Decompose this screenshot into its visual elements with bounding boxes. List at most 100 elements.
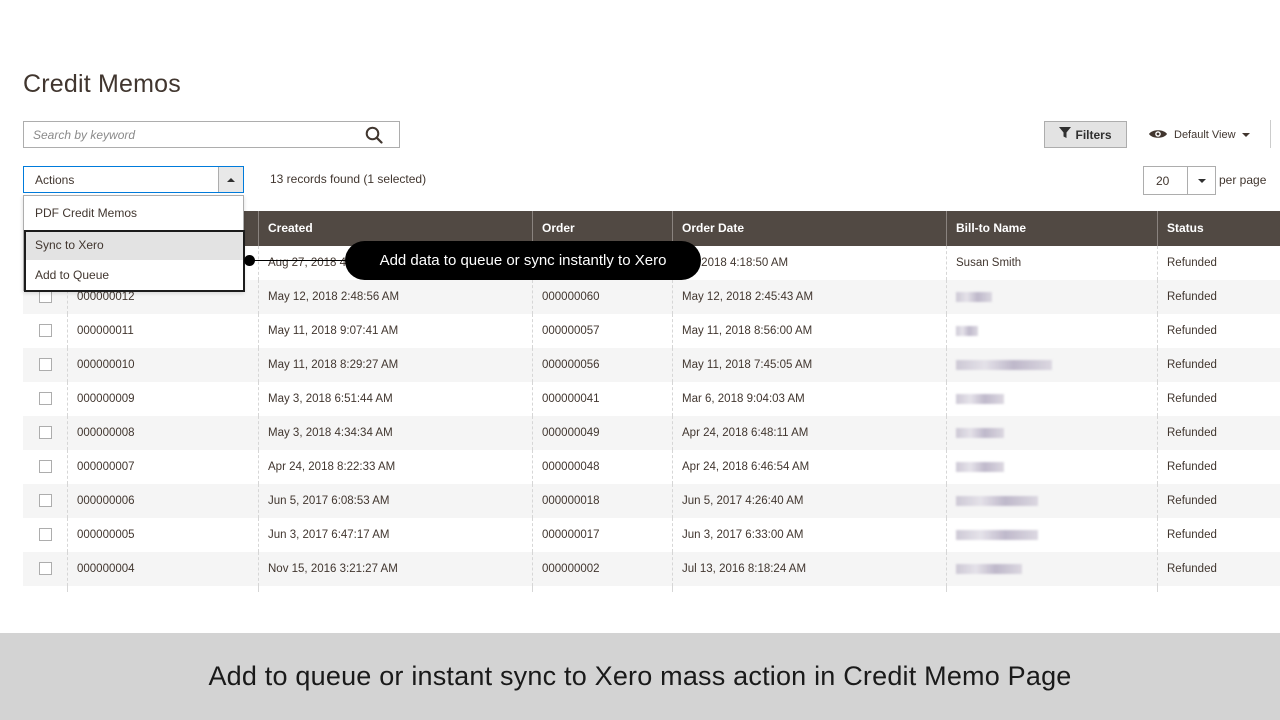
order-cell: 000000017 [532, 518, 672, 552]
order-cell: 000000041 [532, 382, 672, 416]
created-cell: May 11, 2018 9:07:41 AM [258, 314, 532, 348]
blurred-name [956, 529, 1038, 540]
bill-to-name-cell [946, 450, 1157, 484]
status-cell: Refunded [1157, 348, 1280, 382]
records-count: 13 records found (1 selected) [270, 172, 427, 186]
row-checkbox[interactable] [39, 528, 52, 541]
column-header-bill-to-name[interactable]: Bill-to Name [946, 211, 1157, 246]
table-row[interactable]: 000000006 Jun 5, 2017 6:08:53 AM 0000000… [23, 484, 1280, 518]
order-cell: 000000018 [532, 484, 672, 518]
row-checkbox[interactable] [39, 460, 52, 473]
order-cell: 000000056 [532, 348, 672, 382]
order-cell: 000000049 [532, 416, 672, 450]
column-header-status[interactable]: Status [1157, 211, 1280, 246]
callout-pointer-line [250, 260, 346, 261]
bill-to-name-cell [946, 348, 1157, 382]
actions-label: Actions [35, 173, 75, 187]
page-title: Credit Memos [23, 70, 181, 98]
order-cell: 000000060 [532, 280, 672, 314]
order-date-cell: Jun 3, 2017 6:33:00 AM [672, 518, 946, 552]
table-row[interactable]: 000000011 May 11, 2018 9:07:41 AM 000000… [23, 314, 1280, 348]
row-checkbox[interactable] [39, 324, 52, 337]
order-date-cell: Apr 24, 2018 6:48:11 AM [672, 416, 946, 450]
chevron-up-icon [227, 177, 235, 182]
status-cell: Refunded [1157, 484, 1280, 518]
blurred-name [956, 427, 1004, 438]
bill-to-name-cell [946, 518, 1157, 552]
status-cell: Refunded [1157, 246, 1280, 280]
table-row[interactable]: 000000007 Apr 24, 2018 8:22:33 AM 000000… [23, 450, 1280, 484]
credit-memo-id-cell: 000000005 [67, 518, 258, 552]
order-cell: 000000002 [532, 552, 672, 586]
funnel-icon [1059, 127, 1072, 142]
menu-item-pdf-credit-memos[interactable]: PDF Credit Memos [24, 198, 243, 228]
bill-to-name-cell [946, 416, 1157, 450]
per-page-toggle[interactable] [1187, 167, 1215, 194]
blurred-name [956, 461, 1004, 472]
search-input[interactable] [24, 122, 344, 147]
filters-button[interactable]: Filters [1044, 121, 1127, 148]
blurred-name [956, 563, 1022, 574]
row-checkbox[interactable] [39, 358, 52, 371]
blurred-name [956, 359, 1052, 370]
order-date-cell: Apr 24, 2018 6:46:54 AM [672, 450, 946, 484]
per-page-select[interactable]: 20 [1143, 166, 1216, 195]
toolbar-divider [1270, 120, 1271, 148]
credit-memo-id-cell: 000000004 [67, 552, 258, 586]
actions-dropdown-menu: PDF Credit Memos Sync to Xero Add to Que… [23, 195, 245, 292]
row-checkbox[interactable] [39, 426, 52, 439]
blurred-name [956, 495, 1038, 506]
created-cell: Apr 24, 2018 8:22:33 AM [258, 450, 532, 484]
status-cell: Refunded [1157, 382, 1280, 416]
created-cell: May 3, 2018 6:51:44 AM [258, 382, 532, 416]
chevron-down-icon [1197, 178, 1206, 183]
column-header-order-date[interactable]: Order Date [672, 211, 946, 246]
order-date-cell: 25, 2018 4:18:50 AM [672, 246, 946, 280]
order-date-cell: May 11, 2018 8:56:00 AM [672, 314, 946, 348]
row-checkbox[interactable] [39, 392, 52, 405]
caption-text: Add to queue or instant sync to Xero mas… [208, 661, 1072, 691]
credit-memo-id-cell: 000000010 [67, 348, 258, 382]
status-cell: Refunded [1157, 314, 1280, 348]
order-date-cell: Jul 13, 2016 8:18:24 AM [672, 552, 946, 586]
table-row[interactable]: 000000009 May 3, 2018 6:51:44 AM 0000000… [23, 382, 1280, 416]
created-cell: May 3, 2018 4:34:34 AM [258, 416, 532, 450]
created-cell: May 12, 2018 2:48:56 AM [258, 280, 532, 314]
table-row[interactable]: 000000005 Jun 3, 2017 6:47:17 AM 0000000… [23, 518, 1280, 552]
row-checkbox[interactable] [39, 494, 52, 507]
blurred-name [956, 325, 978, 336]
credit-memo-id-cell: 000000008 [67, 416, 258, 450]
search-box [23, 121, 400, 148]
bill-to-name-cell [946, 382, 1157, 416]
status-cell: Refunded [1157, 450, 1280, 484]
table-row[interactable]: 000000004 Nov 15, 2016 3:21:27 AM 000000… [23, 552, 1280, 586]
status-cell: Refunded [1157, 416, 1280, 450]
actions-select[interactable]: Actions [23, 166, 244, 193]
order-cell: 000000048 [532, 450, 672, 484]
bill-to-name-cell [946, 314, 1157, 348]
order-date-cell: Jun 5, 2017 4:26:40 AM [672, 484, 946, 518]
row-checkbox[interactable] [39, 562, 52, 575]
credit-memos-page: Credit Memos Filters Default View Action… [0, 0, 1280, 720]
order-date-cell: Mar 6, 2018 9:04:03 AM [672, 382, 946, 416]
table-row[interactable]: 000000008 May 3, 2018 4:34:34 AM 0000000… [23, 416, 1280, 450]
actions-toggle[interactable] [218, 167, 243, 192]
table-row[interactable]: 000000010 May 11, 2018 8:29:27 AM 000000… [23, 348, 1280, 382]
search-icon[interactable] [365, 126, 383, 144]
view-switcher[interactable]: Default View [1148, 125, 1250, 145]
table-row-partial [23, 586, 1280, 592]
status-cell: Refunded [1157, 280, 1280, 314]
filters-label: Filters [1075, 127, 1112, 142]
credit-memo-id-cell: 000000006 [67, 484, 258, 518]
blurred-name [956, 291, 992, 302]
order-cell: 000000057 [532, 314, 672, 348]
status-cell: Refunded [1157, 552, 1280, 586]
eye-icon [1148, 128, 1168, 143]
created-cell: Jun 5, 2017 6:08:53 AM [258, 484, 532, 518]
per-page-value: 20 [1156, 174, 1170, 188]
credit-memo-id-cell: 000000011 [67, 314, 258, 348]
callout-tooltip: Add data to queue or sync instantly to X… [345, 241, 701, 280]
bill-to-name-cell [946, 552, 1157, 586]
bill-to-name-cell [946, 484, 1157, 518]
highlight-frame [24, 230, 245, 292]
